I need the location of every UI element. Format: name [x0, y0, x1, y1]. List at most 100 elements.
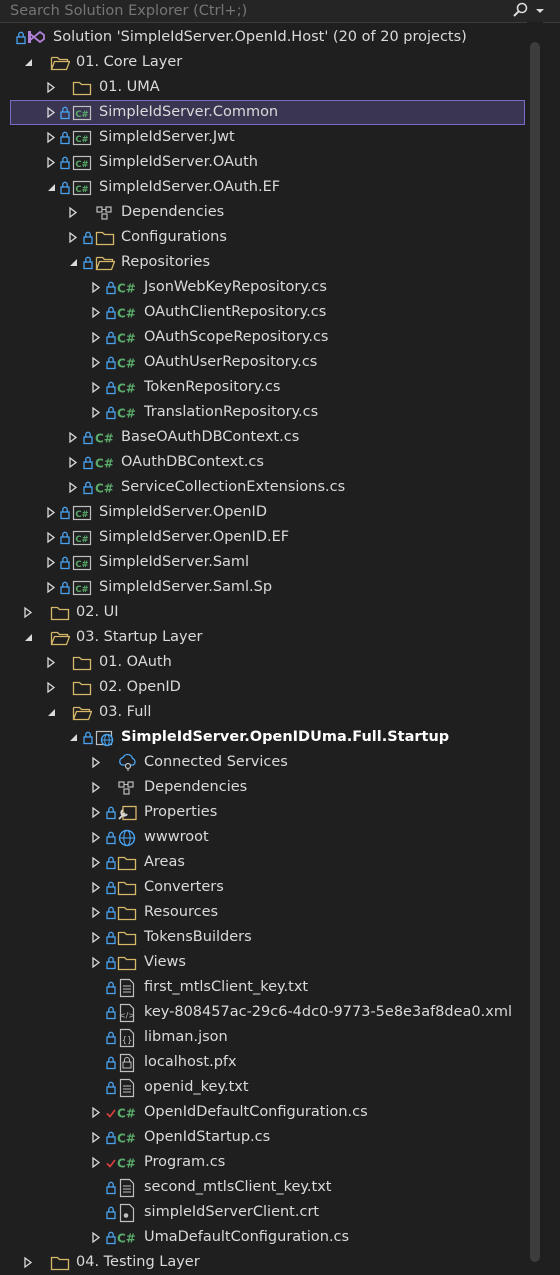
tree-item-jsonwebkeyrepository-cs[interactable]: C# JsonWebKeyRepository.cs: [0, 275, 560, 300]
tree-item-label: 02. OpenID: [99, 679, 181, 695]
tree-item-dependencies[interactable]: Dependencies: [0, 775, 560, 800]
tree-item-simpleidserver-oauth-ef[interactable]: C# SimpleIdServer.OAuth.EF: [0, 175, 560, 200]
expand-arrow-icon[interactable]: [67, 200, 79, 225]
tree-item-program-cs[interactable]: C# Program.cs: [0, 1150, 560, 1175]
tree-item-wwwroot[interactable]: wwwroot: [0, 825, 560, 850]
tree-item-openidstartup-cs[interactable]: C# OpenIdStartup.cs: [0, 1125, 560, 1150]
tree-item-01-oauth[interactable]: 01. OAuth: [0, 650, 560, 675]
expand-arrow-icon[interactable]: [90, 800, 102, 825]
collapse-arrow-icon[interactable]: [45, 700, 57, 725]
tree-item-03-full[interactable]: 03. Full: [0, 700, 560, 725]
expand-arrow-icon[interactable]: [67, 475, 79, 500]
tree-item-libman-json[interactable]: {} libman.json: [0, 1025, 560, 1050]
tree-item-dependencies[interactable]: Dependencies: [0, 200, 560, 225]
tree-item-tokensbuilders[interactable]: TokensBuilders: [0, 925, 560, 950]
expand-arrow-icon[interactable]: [90, 1100, 102, 1125]
tree-item-simpleidserver-jwt[interactable]: C# SimpleIdServer.Jwt: [0, 125, 560, 150]
tree-item-second-mtlsclient-key-txt[interactable]: second_mtlsClient_key.txt: [0, 1175, 560, 1200]
tree-item-02-ui[interactable]: 02. UI: [0, 600, 560, 625]
tree-item-oauthscoperepository-cs[interactable]: C# OAuthScopeRepository.cs: [0, 325, 560, 350]
expand-arrow-icon[interactable]: [90, 375, 102, 400]
expand-arrow-icon[interactable]: [90, 400, 102, 425]
expand-arrow-icon[interactable]: [90, 875, 102, 900]
collapse-arrow-icon[interactable]: [67, 725, 79, 750]
expand-arrow-icon[interactable]: [45, 125, 57, 150]
expand-arrow-icon[interactable]: [90, 275, 102, 300]
expand-arrow-icon[interactable]: [90, 900, 102, 925]
expand-arrow-icon[interactable]: [45, 575, 57, 600]
vertical-scrollbar[interactable]: [527, 22, 543, 1262]
tree-item-configurations[interactable]: Configurations: [0, 225, 560, 250]
expand-arrow-icon[interactable]: [45, 75, 57, 100]
tree-item-simpleidserver-saml-sp[interactable]: C# SimpleIdServer.Saml.Sp: [0, 575, 560, 600]
search-input[interactable]: [6, 1, 504, 21]
expand-arrow-icon[interactable]: [67, 425, 79, 450]
csharp-file-icon: C#: [95, 450, 115, 475]
tree-item-translationrepository-cs[interactable]: C# TranslationRepository.cs: [0, 400, 560, 425]
expand-arrow-icon[interactable]: [90, 300, 102, 325]
tree-item-views[interactable]: Views: [0, 950, 560, 975]
expand-arrow-icon[interactable]: [67, 225, 79, 250]
collapse-arrow-icon[interactable]: [67, 250, 79, 275]
tree-item-oauthclientrepository-cs[interactable]: C# OAuthClientRepository.cs: [0, 300, 560, 325]
expand-arrow-icon[interactable]: [45, 675, 57, 700]
expand-arrow-icon[interactable]: [90, 350, 102, 375]
tree-item-simpleidserver-saml[interactable]: C# SimpleIdServer.Saml: [0, 550, 560, 575]
tree-item-03-startup-layer[interactable]: 03. Startup Layer: [0, 625, 560, 650]
expand-arrow-icon[interactable]: [90, 1125, 102, 1150]
tree-item-umadefaultconfiguration-cs[interactable]: C# UmaDefaultConfiguration.cs: [0, 1225, 560, 1250]
tree-item-01-uma[interactable]: 01. UMA: [0, 75, 560, 100]
scrollbar-thumb[interactable]: [530, 42, 540, 1262]
tree-item-servicecollectionextensions-cs[interactable]: C# ServiceCollectionExtensions.cs: [0, 475, 560, 500]
tree-item-openiddefaultconfiguration-cs[interactable]: C# OpenIdDefaultConfiguration.cs: [0, 1100, 560, 1125]
expand-arrow-icon[interactable]: [45, 650, 57, 675]
tree-item-simpleidserver-openid[interactable]: C# SimpleIdServer.OpenID: [0, 500, 560, 525]
collapse-arrow-icon[interactable]: [22, 50, 34, 75]
tree-item-tokenrepository-cs[interactable]: C# TokenRepository.cs: [0, 375, 560, 400]
tree-item-02-openid[interactable]: 02. OpenID: [0, 675, 560, 700]
tree-item-first-mtlsclient-key-txt[interactable]: first_mtlsClient_key.txt: [0, 975, 560, 1000]
expand-arrow-icon[interactable]: [90, 1150, 102, 1175]
expand-arrow-icon[interactable]: [45, 550, 57, 575]
tree-item-simpleidserverclient-crt[interactable]: simpleIdServerClient.crt: [0, 1200, 560, 1225]
tree-item-repositories[interactable]: Repositories: [0, 250, 560, 275]
expand-arrow-icon[interactable]: [90, 850, 102, 875]
expand-arrow-icon[interactable]: [90, 1225, 102, 1250]
expand-arrow-icon[interactable]: [45, 500, 57, 525]
expand-arrow-icon[interactable]: [90, 325, 102, 350]
search-options-dropdown-icon[interactable]: [532, 0, 548, 22]
tree-item-simpleidserver-common[interactable]: C# SimpleIdServer.Common: [10, 100, 525, 125]
tree-item-properties[interactable]: Properties: [0, 800, 560, 825]
expand-arrow-icon[interactable]: [90, 750, 102, 775]
collapse-arrow-icon[interactable]: [45, 175, 57, 200]
dependencies-icon: [117, 775, 137, 800]
collapse-arrow-icon[interactable]: [22, 625, 34, 650]
tree-item-converters[interactable]: Converters: [0, 875, 560, 900]
tree-item-simpleidserver-openid-ef[interactable]: C# SimpleIdServer.OpenID.EF: [0, 525, 560, 550]
expand-arrow-icon[interactable]: [67, 450, 79, 475]
tree-item-simpleidserver-openiduma-full-startup[interactable]: SimpleIdServer.OpenIDUma.Full.Startup: [0, 725, 560, 750]
expand-arrow-icon[interactable]: [90, 925, 102, 950]
expand-arrow-icon[interactable]: [90, 825, 102, 850]
expand-arrow-icon[interactable]: [45, 150, 57, 175]
tree-item-areas[interactable]: Areas: [0, 850, 560, 875]
search-icon[interactable]: [510, 0, 532, 22]
expand-arrow-icon[interactable]: [45, 100, 57, 125]
expand-arrow-icon[interactable]: [90, 775, 102, 800]
tree-item-oauthdbcontext-cs[interactable]: C# OAuthDBContext.cs: [0, 450, 560, 475]
expand-arrow-icon[interactable]: [45, 525, 57, 550]
expand-arrow-icon[interactable]: [22, 1250, 34, 1275]
tree-item-04-testing-layer[interactable]: 04. Testing Layer: [0, 1250, 560, 1275]
tree-item-baseoauthdbcontext-cs[interactable]: C# BaseOAuthDBContext.cs: [0, 425, 560, 450]
tree-item-simpleidserver-oauth[interactable]: C# SimpleIdServer.OAuth: [0, 150, 560, 175]
tree-item-openid-key-txt[interactable]: openid_key.txt: [0, 1075, 560, 1100]
tree-item-localhost-pfx[interactable]: localhost.pfx: [0, 1050, 560, 1075]
expand-arrow-icon[interactable]: [22, 600, 34, 625]
tree-item-01-core-layer[interactable]: 01. Core Layer: [0, 50, 560, 75]
tree-item-key-808457ac-29c6-4dc0-9773-5e8e3af8dea0-xml[interactable]: </> key-808457ac-29c6-4dc0-9773-5e8e3af8d…: [0, 1000, 560, 1025]
tree-item-oauthuserrepository-cs[interactable]: C# OAuthUserRepository.cs: [0, 350, 560, 375]
tree-item-solution-simpleidserver-openid-host-20-of-20-projects[interactable]: Solution 'SimpleIdServer.OpenId.Host' (2…: [0, 25, 560, 50]
tree-item-resources[interactable]: Resources: [0, 900, 560, 925]
expand-arrow-icon[interactable]: [90, 950, 102, 975]
tree-item-connected-services[interactable]: Connected Services: [0, 750, 560, 775]
